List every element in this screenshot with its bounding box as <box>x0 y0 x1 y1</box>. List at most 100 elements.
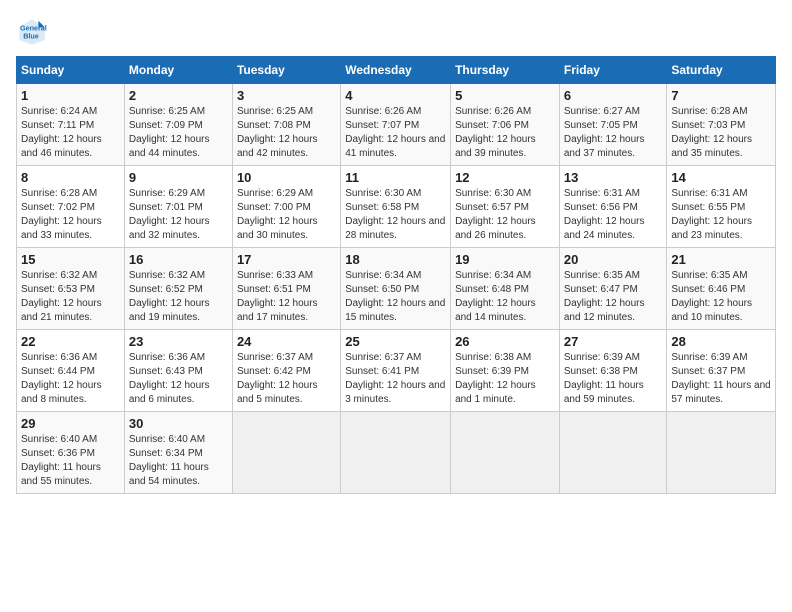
calendar-cell: 13 Sunrise: 6:31 AM Sunset: 6:56 PM Dayl… <box>559 166 667 248</box>
day-info: Sunrise: 6:30 AM Sunset: 6:57 PM Dayligh… <box>455 187 555 243</box>
day-info: Sunrise: 6:30 AM Sunset: 6:58 PM Dayligh… <box>345 187 446 243</box>
day-info: Sunrise: 6:27 AM Sunset: 7:05 PM Dayligh… <box>564 105 663 161</box>
calendar-cell: 18 Sunrise: 6:34 AM Sunset: 6:50 PM Dayl… <box>341 248 451 330</box>
day-number: 21 <box>671 252 771 267</box>
week-row-4: 22 Sunrise: 6:36 AM Sunset: 6:44 PM Dayl… <box>17 330 776 412</box>
day-number: 15 <box>21 252 120 267</box>
day-number: 16 <box>129 252 228 267</box>
day-info: Sunrise: 6:37 AM Sunset: 6:41 PM Dayligh… <box>345 351 446 407</box>
calendar-cell: 17 Sunrise: 6:33 AM Sunset: 6:51 PM Dayl… <box>232 248 340 330</box>
day-info: Sunrise: 6:37 AM Sunset: 6:42 PM Dayligh… <box>237 351 336 407</box>
day-number: 7 <box>671 88 771 103</box>
day-info: Sunrise: 6:32 AM Sunset: 6:52 PM Dayligh… <box>129 269 228 325</box>
logo: General Blue <box>16 16 52 48</box>
day-info: Sunrise: 6:38 AM Sunset: 6:39 PM Dayligh… <box>455 351 555 407</box>
calendar-cell: 4 Sunrise: 6:26 AM Sunset: 7:07 PM Dayli… <box>341 84 451 166</box>
calendar-cell: 14 Sunrise: 6:31 AM Sunset: 6:55 PM Dayl… <box>667 166 776 248</box>
day-number: 23 <box>129 334 228 349</box>
calendar-cell: 10 Sunrise: 6:29 AM Sunset: 7:00 PM Dayl… <box>232 166 340 248</box>
col-header-thursday: Thursday <box>451 57 560 84</box>
day-number: 12 <box>455 170 555 185</box>
day-info: Sunrise: 6:28 AM Sunset: 7:02 PM Dayligh… <box>21 187 120 243</box>
day-number: 29 <box>21 416 120 431</box>
day-number: 1 <box>21 88 120 103</box>
day-number: 10 <box>237 170 336 185</box>
page-header: General Blue <box>16 16 776 48</box>
day-info: Sunrise: 6:25 AM Sunset: 7:09 PM Dayligh… <box>129 105 228 161</box>
day-info: Sunrise: 6:29 AM Sunset: 7:01 PM Dayligh… <box>129 187 228 243</box>
calendar-cell: 2 Sunrise: 6:25 AM Sunset: 7:09 PM Dayli… <box>124 84 232 166</box>
day-number: 17 <box>237 252 336 267</box>
day-number: 30 <box>129 416 228 431</box>
calendar-cell: 20 Sunrise: 6:35 AM Sunset: 6:47 PM Dayl… <box>559 248 667 330</box>
calendar-cell: 11 Sunrise: 6:30 AM Sunset: 6:58 PM Dayl… <box>341 166 451 248</box>
day-info: Sunrise: 6:39 AM Sunset: 6:37 PM Dayligh… <box>671 351 771 407</box>
day-number: 2 <box>129 88 228 103</box>
day-info: Sunrise: 6:36 AM Sunset: 6:43 PM Dayligh… <box>129 351 228 407</box>
calendar-cell: 24 Sunrise: 6:37 AM Sunset: 6:42 PM Dayl… <box>232 330 340 412</box>
calendar-cell: 22 Sunrise: 6:36 AM Sunset: 6:44 PM Dayl… <box>17 330 125 412</box>
day-number: 14 <box>671 170 771 185</box>
calendar-cell: 15 Sunrise: 6:32 AM Sunset: 6:53 PM Dayl… <box>17 248 125 330</box>
day-info: Sunrise: 6:25 AM Sunset: 7:08 PM Dayligh… <box>237 105 336 161</box>
calendar-cell: 3 Sunrise: 6:25 AM Sunset: 7:08 PM Dayli… <box>232 84 340 166</box>
day-number: 5 <box>455 88 555 103</box>
day-number: 4 <box>345 88 446 103</box>
calendar-cell: 28 Sunrise: 6:39 AM Sunset: 6:37 PM Dayl… <box>667 330 776 412</box>
header-row: SundayMondayTuesdayWednesdayThursdayFrid… <box>17 57 776 84</box>
day-info: Sunrise: 6:35 AM Sunset: 6:47 PM Dayligh… <box>564 269 663 325</box>
day-number: 19 <box>455 252 555 267</box>
day-info: Sunrise: 6:40 AM Sunset: 6:36 PM Dayligh… <box>21 433 120 489</box>
day-number: 25 <box>345 334 446 349</box>
day-info: Sunrise: 6:39 AM Sunset: 6:38 PM Dayligh… <box>564 351 663 407</box>
day-number: 28 <box>671 334 771 349</box>
day-number: 6 <box>564 88 663 103</box>
calendar-cell <box>667 412 776 494</box>
calendar-cell <box>559 412 667 494</box>
week-row-5: 29 Sunrise: 6:40 AM Sunset: 6:36 PM Dayl… <box>17 412 776 494</box>
day-info: Sunrise: 6:26 AM Sunset: 7:07 PM Dayligh… <box>345 105 446 161</box>
col-header-sunday: Sunday <box>17 57 125 84</box>
day-info: Sunrise: 6:29 AM Sunset: 7:00 PM Dayligh… <box>237 187 336 243</box>
calendar-cell: 5 Sunrise: 6:26 AM Sunset: 7:06 PM Dayli… <box>451 84 560 166</box>
svg-text:Blue: Blue <box>23 31 39 40</box>
col-header-friday: Friday <box>559 57 667 84</box>
calendar-cell <box>451 412 560 494</box>
calendar-cell: 12 Sunrise: 6:30 AM Sunset: 6:57 PM Dayl… <box>451 166 560 248</box>
day-number: 20 <box>564 252 663 267</box>
day-number: 26 <box>455 334 555 349</box>
col-header-monday: Monday <box>124 57 232 84</box>
week-row-1: 1 Sunrise: 6:24 AM Sunset: 7:11 PM Dayli… <box>17 84 776 166</box>
day-info: Sunrise: 6:33 AM Sunset: 6:51 PM Dayligh… <box>237 269 336 325</box>
calendar-cell: 26 Sunrise: 6:38 AM Sunset: 6:39 PM Dayl… <box>451 330 560 412</box>
day-info: Sunrise: 6:24 AM Sunset: 7:11 PM Dayligh… <box>21 105 120 161</box>
day-info: Sunrise: 6:28 AM Sunset: 7:03 PM Dayligh… <box>671 105 771 161</box>
day-info: Sunrise: 6:26 AM Sunset: 7:06 PM Dayligh… <box>455 105 555 161</box>
calendar-cell: 8 Sunrise: 6:28 AM Sunset: 7:02 PM Dayli… <box>17 166 125 248</box>
week-row-3: 15 Sunrise: 6:32 AM Sunset: 6:53 PM Dayl… <box>17 248 776 330</box>
calendar-cell: 7 Sunrise: 6:28 AM Sunset: 7:03 PM Dayli… <box>667 84 776 166</box>
day-info: Sunrise: 6:34 AM Sunset: 6:48 PM Dayligh… <box>455 269 555 325</box>
calendar-cell: 27 Sunrise: 6:39 AM Sunset: 6:38 PM Dayl… <box>559 330 667 412</box>
calendar-table: SundayMondayTuesdayWednesdayThursdayFrid… <box>16 56 776 494</box>
calendar-cell: 29 Sunrise: 6:40 AM Sunset: 6:36 PM Dayl… <box>17 412 125 494</box>
day-number: 9 <box>129 170 228 185</box>
calendar-cell: 25 Sunrise: 6:37 AM Sunset: 6:41 PM Dayl… <box>341 330 451 412</box>
day-number: 27 <box>564 334 663 349</box>
calendar-cell <box>341 412 451 494</box>
day-number: 24 <box>237 334 336 349</box>
day-number: 13 <box>564 170 663 185</box>
calendar-cell: 16 Sunrise: 6:32 AM Sunset: 6:52 PM Dayl… <box>124 248 232 330</box>
calendar-cell: 23 Sunrise: 6:36 AM Sunset: 6:43 PM Dayl… <box>124 330 232 412</box>
col-header-tuesday: Tuesday <box>232 57 340 84</box>
day-number: 18 <box>345 252 446 267</box>
calendar-cell: 30 Sunrise: 6:40 AM Sunset: 6:34 PM Dayl… <box>124 412 232 494</box>
col-header-saturday: Saturday <box>667 57 776 84</box>
day-info: Sunrise: 6:31 AM Sunset: 6:55 PM Dayligh… <box>671 187 771 243</box>
calendar-cell: 21 Sunrise: 6:35 AM Sunset: 6:46 PM Dayl… <box>667 248 776 330</box>
day-info: Sunrise: 6:40 AM Sunset: 6:34 PM Dayligh… <box>129 433 228 489</box>
col-header-wednesday: Wednesday <box>341 57 451 84</box>
day-info: Sunrise: 6:31 AM Sunset: 6:56 PM Dayligh… <box>564 187 663 243</box>
day-number: 22 <box>21 334 120 349</box>
calendar-cell <box>232 412 340 494</box>
